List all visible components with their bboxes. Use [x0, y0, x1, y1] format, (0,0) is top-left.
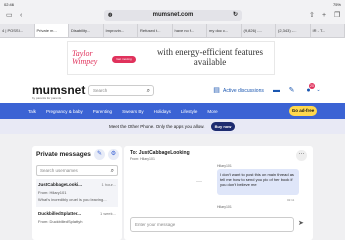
main-nav: Talk Pregnancy & baby Parenting Swears B… — [0, 103, 345, 119]
browser-tab-active[interactable]: Private m... — [34, 24, 69, 37]
conversation-panel: To: JustCabbageLooking From: Hilary101 ·… — [124, 146, 313, 240]
browser-tab[interactable]: 4 | POSSI... — [0, 24, 35, 37]
banner-ad[interactable]: Taylor Wimpey Get moving with energy-eff… — [67, 41, 275, 75]
chevron-down-icon[interactable]: ⌄ — [314, 86, 323, 95]
browser-tab[interactable]: Refused t... — [138, 24, 173, 37]
conversation-sender: From: Hilary101 — [130, 157, 155, 161]
username-search-placeholder: Search usernames — [40, 168, 78, 173]
buy-now-button[interactable]: Buy now — [211, 122, 235, 131]
conversation-snippet: What's incredibly cruel is you leaving..… — [38, 197, 107, 202]
ad-tagline: with energy-efficient features available — [156, 47, 264, 67]
search-icon[interactable]: ⌕ — [147, 86, 150, 96]
settings-icon[interactable]: ⚙ — [108, 149, 119, 160]
conversation-time: 1 hour... — [101, 182, 116, 187]
browser-tab[interactable]: Disability... — [69, 24, 104, 37]
conversation-name: JustCabbageLooki... — [38, 182, 83, 187]
nav-item-swears-by[interactable]: Swears By — [122, 109, 144, 114]
page-content: Private messages ✎ ⚙ Search usernames ⌕ … — [0, 134, 345, 240]
site-header: mumsnet by parents for parents Search ⌕ … — [0, 79, 345, 103]
browser-tab[interactable]: my doc c... — [207, 24, 242, 37]
compose-icon[interactable]: ✎ — [94, 149, 105, 160]
private-messages-panel: Private messages ✎ ⚙ Search usernames ⌕ … — [32, 146, 122, 240]
conversation-item[interactable]: JustCabbageLooki... 1 hour... From: Hila… — [36, 179, 118, 207]
browser-tab[interactable]: Improvin... — [104, 24, 138, 37]
site-search-placeholder: Search — [93, 88, 108, 93]
share-icon[interactable]: ⇧ — [309, 11, 315, 20]
more-options-icon[interactable]: ··· — [296, 150, 307, 161]
nav-item-talk[interactable]: Talk — [28, 109, 36, 114]
nav-item-parenting[interactable]: Parenting — [93, 109, 112, 114]
promo-message: Meet the Other Phone. Only the apps you … — [109, 124, 205, 129]
lock-icon: ◍ — [108, 12, 113, 18]
conversation-from: From: Hilary101 — [38, 190, 67, 195]
new-tab-icon[interactable]: + — [322, 11, 326, 20]
url-text: mumsnet.com — [152, 12, 194, 18]
message-input[interactable]: Enter your message — [130, 217, 294, 232]
message-options-icon[interactable]: ··· — [196, 179, 202, 185]
message-sender: Hilary101 — [217, 205, 232, 209]
browser-tab[interactable]: IR - T... — [311, 24, 345, 37]
site-logo[interactable]: mumsnet — [32, 83, 85, 97]
discussion-icon: ▤ — [213, 87, 220, 94]
browser-tab[interactable]: have no f... — [173, 24, 207, 37]
site-search-input[interactable]: Search ⌕ — [88, 85, 154, 96]
message-time: 02:11 — [287, 198, 295, 202]
promo-banner: Meet the Other Phone. Only the apps you … — [0, 119, 345, 134]
conversation-time: 1 week... — [99, 211, 116, 216]
go-ad-free-button[interactable]: Go ad-free — [289, 106, 317, 116]
panel-title: Private messages — [36, 151, 91, 158]
search-icon[interactable]: ⌕ — [111, 166, 114, 176]
message-sender: Hilary101 — [217, 164, 232, 168]
conversation-recipient: To: JustCabbageLooking — [130, 150, 190, 156]
nav-item-more[interactable]: More — [207, 109, 217, 114]
conversation-item[interactable]: DuckbilledSplatter... 1 week... From: Du… — [36, 208, 118, 236]
sidebar-icon[interactable]: ▭ — [6, 11, 13, 20]
conversation-from: From: DuckbilledSplattyh — [38, 219, 83, 224]
nav-item-pregnancy[interactable]: Pregnancy & baby — [46, 109, 83, 114]
active-discussions-link[interactable]: Active discussions — [223, 88, 264, 94]
status-time: 02:46 — [4, 2, 15, 7]
username-search-input[interactable]: Search usernames ⌕ — [36, 165, 118, 176]
edit-icon[interactable]: ✎ — [287, 86, 296, 95]
battery-level: 75% — [332, 2, 341, 7]
ad-brand: Taylor Wimpey — [72, 50, 97, 66]
tabs-icon[interactable]: ❐ — [334, 11, 340, 20]
browser-tab[interactable]: (9,826) -... — [242, 24, 276, 37]
address-bar[interactable]: ◍ mumsnet.com ↻ — [104, 10, 242, 21]
chat-icon[interactable]: ▬ — [272, 86, 281, 95]
back-icon[interactable]: ‹ — [20, 11, 22, 20]
browser-tab[interactable]: (2,343) -... — [276, 24, 311, 37]
conversation-name: DuckbilledSplatter... — [38, 211, 82, 216]
tab-strip: 4 | POSSI... Private m... Disability... … — [0, 24, 345, 38]
ad-brand-line2: Wimpey — [72, 57, 98, 66]
nav-item-holidays[interactable]: Holidays — [154, 109, 171, 114]
reload-icon[interactable]: ↻ — [233, 10, 238, 21]
nav-item-lifestyle[interactable]: Lifestyle — [181, 109, 198, 114]
ad-area: Taylor Wimpey Get moving with energy-eff… — [0, 38, 345, 79]
logo-tagline: by parents for parents — [32, 96, 62, 100]
browser-toolbar: ▭ ‹ ◍ mumsnet.com ↻ ⇧ + ❐ — [0, 8, 345, 24]
ad-pill-button[interactable]: Get moving — [112, 56, 136, 63]
message-bubble: I don't want to post this on main thread… — [217, 169, 299, 195]
status-bar: 02:46 75% — [0, 0, 345, 8]
send-icon[interactable]: ➤ — [298, 219, 304, 227]
